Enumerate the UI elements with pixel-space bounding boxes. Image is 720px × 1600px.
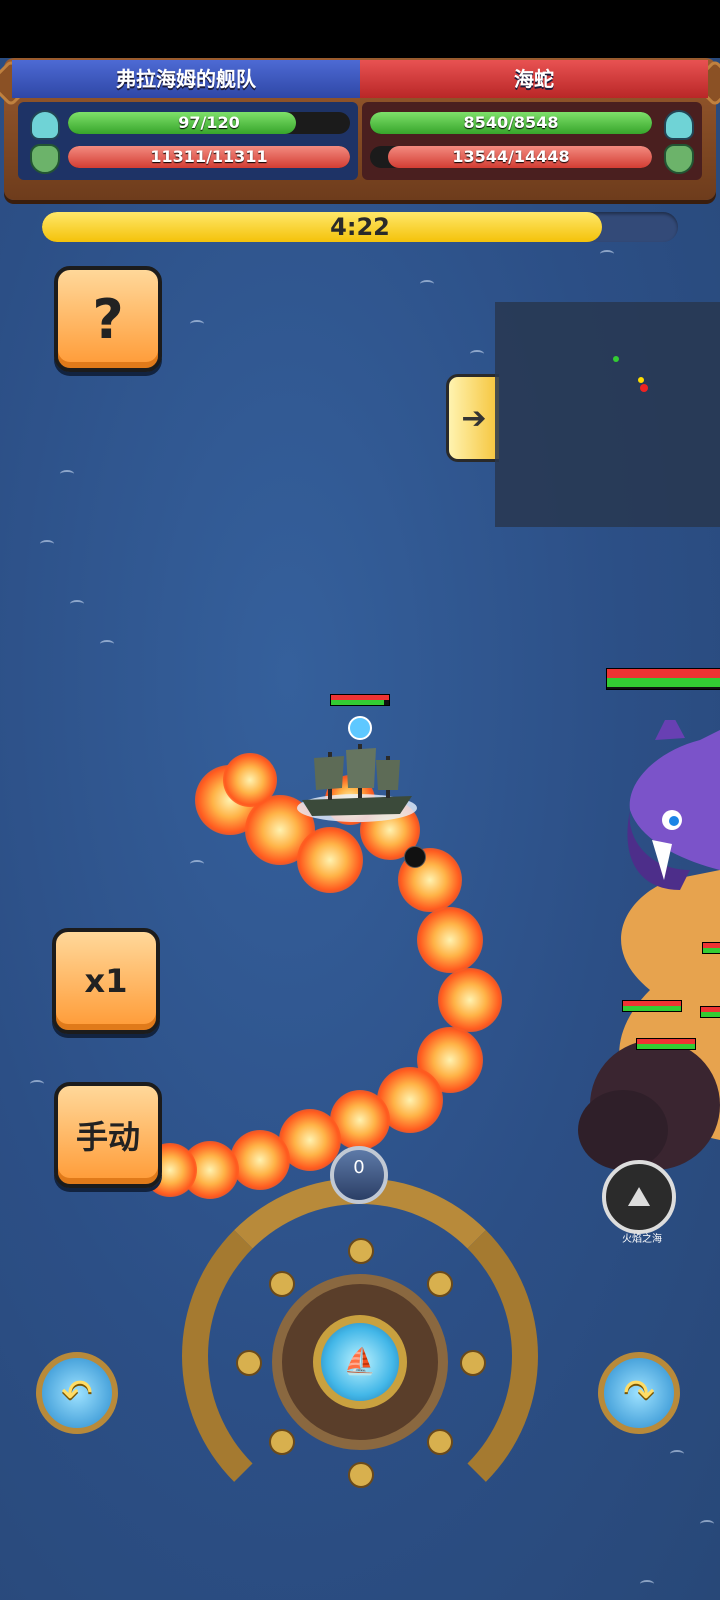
ship-icon (664, 144, 694, 174)
rotate-right-icon[interactable]: ↷ (598, 1352, 680, 1434)
help-button[interactable]: ? (54, 266, 162, 372)
player-stats: 97/120 11311/11311 (18, 102, 358, 180)
ship-icon (30, 144, 60, 174)
minion-health-bar-4 (702, 942, 720, 954)
minion-health-bar-3 (700, 1006, 720, 1018)
volcano-icon[interactable]: ⛰ (602, 1160, 676, 1234)
status-bar (0, 0, 720, 58)
wave (70, 600, 84, 608)
player-hp-text: 11311/11311 (150, 147, 268, 166)
wave (700, 1520, 714, 1528)
enemy-hp-bar: 13544/14448 (370, 146, 652, 168)
enemy-hp-text: 13544/14448 (452, 147, 570, 166)
cannonball (404, 846, 426, 868)
compass-icon[interactable]: ⛵ (313, 1315, 407, 1409)
manual-mode-button[interactable]: 手动 (54, 1082, 162, 1188)
helm-counter: 0 (330, 1146, 388, 1204)
player-crew-text: 97/120 (178, 113, 240, 132)
sailor-icon (664, 110, 694, 140)
storm-cloud-2 (578, 1090, 668, 1170)
fire-blob (438, 968, 502, 1032)
minimap[interactable] (495, 302, 720, 527)
serpent-health-bar (606, 668, 720, 690)
zone-label: 火焰之海 (622, 1234, 662, 1245)
sailor-icon (30, 110, 60, 140)
player-marker-icon (348, 716, 372, 740)
player-crew-bar: 97/120 (68, 112, 350, 134)
wheel-handle (268, 1429, 295, 1456)
wave (420, 280, 434, 288)
wheel-handle (268, 1270, 295, 1297)
player-ship-health-bar (330, 694, 390, 706)
player-ship[interactable] (292, 738, 422, 828)
fire-blob (297, 827, 363, 893)
fire-blob (230, 1130, 290, 1190)
battle-header: 弗拉海姆的舰队 海蛇 97/120 11311/11311 8540/8548 … (0, 58, 720, 208)
wave (40, 540, 54, 548)
minimap-marker-dot (638, 377, 644, 383)
minion-health-bar-2 (636, 1038, 696, 1050)
speed-button[interactable]: x1 (52, 928, 160, 1034)
wave (60, 470, 74, 478)
wave (30, 1080, 44, 1088)
wave (100, 640, 114, 648)
wave (470, 350, 484, 358)
wheel-handle (427, 1270, 454, 1297)
wheel-handle (348, 1462, 374, 1488)
wave (190, 860, 204, 868)
rotate-left-icon[interactable]: ↶ (36, 1352, 118, 1434)
wave (190, 320, 204, 328)
wheel-handle (236, 1350, 262, 1376)
player-hp-bar: 11311/11311 (68, 146, 350, 168)
enemy-fleet-name: 海蛇 (360, 60, 708, 98)
wave (670, 1450, 684, 1458)
wave (600, 250, 614, 258)
player-fleet-name: 弗拉海姆的舰队 (12, 60, 360, 98)
arrow-right-icon[interactable]: ➔ (446, 374, 499, 462)
wheel-handle (348, 1238, 374, 1264)
minimap-enemy-dot (640, 384, 648, 392)
enemy-crew-text: 8540/8548 (463, 113, 559, 132)
battle-timer: 4:22 (42, 212, 678, 242)
timer-text: 4:22 (330, 213, 390, 241)
wheel-handle (460, 1350, 486, 1376)
enemy-stats: 8540/8548 13544/14448 (362, 102, 702, 180)
fire-blob (417, 907, 483, 973)
minion-health-bar-1 (622, 1000, 682, 1012)
fire-blob (223, 753, 277, 807)
minimap-player-dot (613, 356, 619, 362)
enemy-crew-bar: 8540/8548 (370, 112, 652, 134)
wave (640, 1580, 654, 1588)
